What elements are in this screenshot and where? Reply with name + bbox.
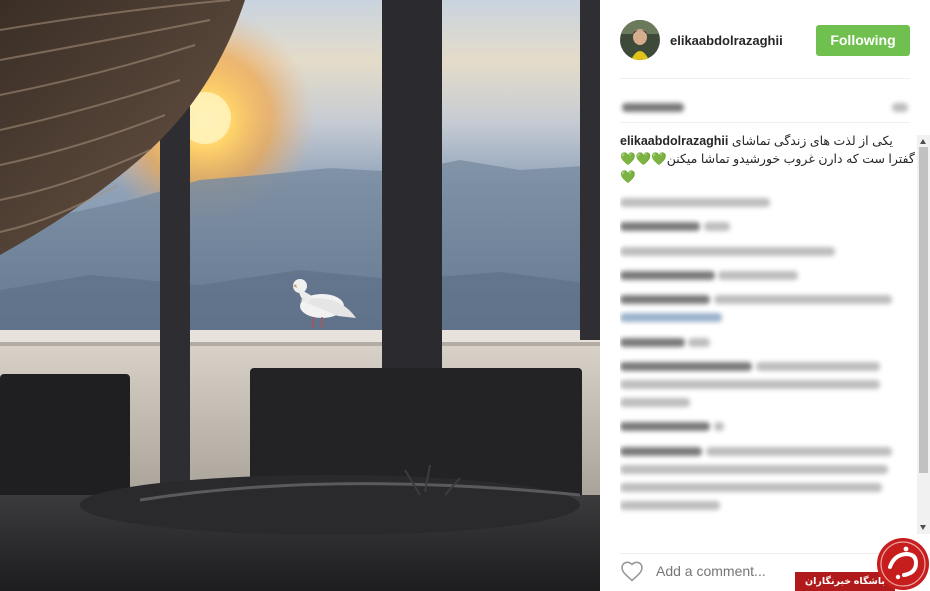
- sunset-pigeon-image: [0, 0, 600, 591]
- comments-scrollbar[interactable]: [917, 135, 930, 534]
- comments-list: elikaabdolrazaghii یکی از لذت های زندگی …: [620, 132, 918, 532]
- post-username[interactable]: elikaabdolrazaghii: [670, 33, 816, 48]
- avatar[interactable]: [620, 20, 660, 60]
- post-photo[interactable]: [0, 0, 600, 591]
- comment-text-blurred: [718, 271, 798, 280]
- comment-text-blurred: [714, 422, 724, 431]
- header-divider: [620, 78, 910, 79]
- comment-user-blurred: [620, 362, 752, 371]
- comment-text-blurred: [620, 465, 888, 474]
- caption-username[interactable]: elikaabdolrazaghii: [620, 134, 728, 148]
- comment-user-blurred: [620, 271, 715, 280]
- scroll-down-icon[interactable]: [920, 525, 926, 530]
- heart-icon[interactable]: [620, 560, 644, 582]
- comment-text-blurred: [704, 222, 730, 231]
- blurred-comments: [620, 192, 918, 532]
- add-comment-input[interactable]: [656, 562, 806, 579]
- likes-count-blurred: [622, 103, 684, 112]
- comment-text-blurred: [714, 295, 892, 304]
- comment-mention-blurred: [620, 313, 722, 322]
- comment-user-blurred: [620, 447, 702, 456]
- comment-text-blurred: [620, 501, 720, 510]
- post-side-panel: elikaabdolrazaghii Following elikaabdolr…: [600, 0, 930, 591]
- comment-user-blurred: [620, 222, 700, 231]
- scroll-up-icon[interactable]: [920, 139, 926, 144]
- post-age-blurred: [892, 103, 908, 112]
- scrollbar-thumb[interactable]: [919, 147, 928, 473]
- post-caption: elikaabdolrazaghii یکی از لذت های زندگی …: [620, 132, 918, 186]
- comment-text-blurred: [620, 398, 690, 407]
- likes-row: [620, 98, 910, 118]
- yjc-logo-icon: [877, 538, 929, 590]
- post-header: elikaabdolrazaghii Following: [620, 18, 910, 62]
- comment-text-blurred: [620, 247, 835, 256]
- comment-text-blurred: [620, 483, 882, 492]
- comment-user-blurred: [620, 295, 710, 304]
- comment-text-blurred: [706, 447, 892, 456]
- comment-text-blurred: [688, 338, 710, 347]
- comment-user-blurred: [620, 422, 710, 431]
- following-button[interactable]: Following: [816, 24, 910, 56]
- comment-user-blurred: [620, 338, 685, 347]
- stats-divider: [620, 122, 910, 123]
- comment-text-blurred: [756, 362, 880, 371]
- comment-text-blurred: [620, 380, 880, 389]
- view-all-comments-blurred[interactable]: [620, 198, 770, 207]
